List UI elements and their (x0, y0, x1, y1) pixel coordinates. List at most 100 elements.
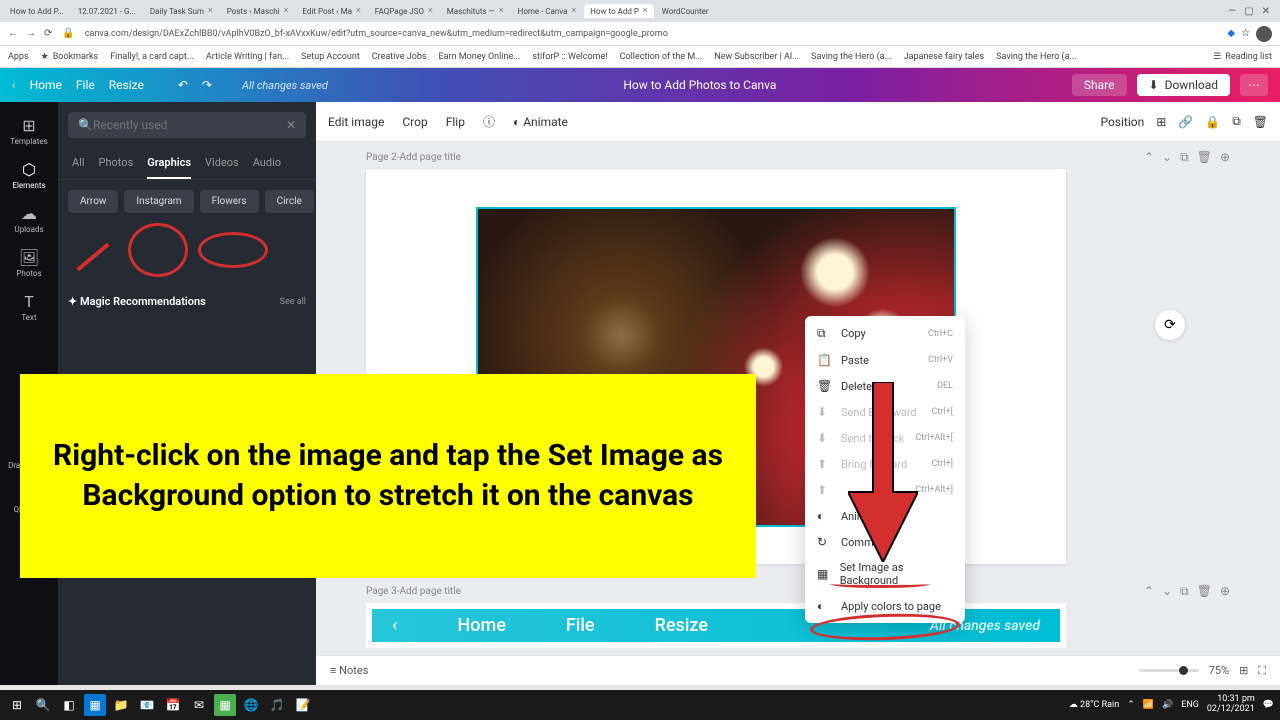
animate-button[interactable]: ◐ Animate (513, 115, 568, 129)
edit-image-button[interactable]: Edit image (328, 115, 384, 129)
zoom-slider[interactable] (1139, 669, 1199, 672)
close-icon[interactable]: ✕ (1262, 6, 1270, 17)
bookmark-item[interactable]: Earn Money Online... (439, 52, 521, 62)
page-title-input[interactable]: Add page title (399, 152, 460, 163)
back-icon[interactable]: ‹ (12, 78, 16, 92)
home-button[interactable]: Home (30, 78, 62, 92)
taskbar-app[interactable]: 📝 (292, 694, 314, 716)
task-view-icon[interactable]: ◧ (58, 694, 80, 716)
bookmark-item[interactable]: New Subscriber | Al... (714, 52, 799, 62)
taskbar-app[interactable]: ▦ (84, 694, 106, 716)
tab-videos[interactable]: Videos (205, 148, 239, 179)
fullscreen-icon[interactable]: ⛶ (1258, 664, 1266, 678)
nav-uploads[interactable]: ☁Uploads (0, 198, 58, 240)
file-button[interactable]: File (76, 78, 95, 92)
taskbar-app[interactable]: 🎵 (266, 694, 288, 716)
tab-audio[interactable]: Audio (253, 148, 281, 179)
download-button[interactable]: ⬇Download (1137, 74, 1230, 96)
bookmark-item[interactable]: Saving the Hero (a... (996, 52, 1077, 62)
trash-icon[interactable]: 🗑 (1253, 115, 1268, 129)
undo-icon[interactable]: ↶ (178, 78, 188, 92)
grid-view-icon[interactable]: ⊞ (1239, 664, 1248, 677)
graphic-red-arrow[interactable] (68, 225, 118, 275)
volume-icon[interactable]: 🔊 (1162, 700, 1173, 710)
start-button[interactable]: ⊞ (6, 694, 28, 716)
duplicate-icon[interactable]: ⧉ (1232, 114, 1241, 129)
weather-widget[interactable]: ☁ 28°C Rain (1069, 700, 1119, 710)
maximize-icon[interactable]: ▢ (1244, 6, 1253, 17)
transparency-icon[interactable]: ⊞ (1156, 115, 1166, 129)
notifications-icon[interactable]: 💬 (1263, 700, 1274, 710)
browser-tab[interactable]: FAQPage JSO× (369, 4, 439, 18)
minimize-icon[interactable]: — (1228, 6, 1236, 17)
bookmark-item[interactable]: Article Writing | fan... (206, 52, 289, 62)
cm-paste[interactable]: 📋PasteCtrl+V (805, 347, 965, 373)
sync-icon[interactable]: ⟳ (1155, 310, 1185, 340)
wifi-icon[interactable]: 📶 (1143, 700, 1154, 710)
browser-tab-active[interactable]: How to Add P× (584, 4, 653, 18)
bookmark-item[interactable]: stiforP :: Welcome! (532, 52, 607, 62)
chip-circle[interactable]: Circle (265, 190, 314, 213)
browser-tab[interactable]: Edit Post ‹ Ma× (296, 4, 366, 18)
info-icon[interactable]: ⓘ (483, 113, 495, 130)
page-up-icon[interactable]: ⌃ (1144, 584, 1154, 599)
browser-tab[interactable]: Maschituts —× (441, 4, 510, 18)
profile-icon[interactable] (1256, 26, 1272, 42)
graphic-red-circle[interactable] (128, 223, 188, 277)
bookmark-item[interactable]: Apps (8, 52, 29, 62)
add-page-icon[interactable]: ⊕ (1220, 584, 1230, 599)
tab-graphics[interactable]: Graphics (147, 148, 191, 179)
taskbar-app[interactable]: 📧 (136, 694, 158, 716)
nav-elements[interactable]: ⬡Elements (0, 154, 58, 196)
duplicate-page-icon[interactable]: ⧉ (1180, 584, 1189, 599)
back-icon[interactable]: ← (8, 28, 18, 39)
cm-copy[interactable]: ⧉CopyCtrl+C (805, 320, 965, 347)
link-icon[interactable]: 🔗 (1178, 115, 1193, 129)
tray-icon[interactable]: ⌃ (1127, 700, 1135, 710)
cm-apply-colors[interactable]: ◐Apply colors to page (805, 593, 965, 619)
lock-icon[interactable]: 🔒 (1205, 115, 1220, 129)
bookmark-item[interactable]: Saving the Hero (a... (811, 52, 892, 62)
redo-icon[interactable]: ↷ (202, 78, 212, 92)
page-down-icon[interactable]: ⌄ (1162, 150, 1172, 165)
extension-icon[interactable]: ☆ (1241, 28, 1250, 39)
language-indicator[interactable]: ENG (1181, 700, 1199, 710)
browser-tab[interactable]: 12.07.2021 - G... (72, 5, 142, 18)
bookmark-item[interactable]: Finally!, a card capt... (110, 52, 194, 62)
zoom-level[interactable]: 75% (1209, 664, 1229, 677)
chip-flowers[interactable]: Flowers (200, 190, 259, 213)
nav-text[interactable]: TText (0, 286, 58, 328)
delete-page-icon[interactable]: 🗑 (1197, 584, 1212, 599)
nav-photos[interactable]: 🖼Photos (0, 242, 58, 284)
taskbar-app[interactable]: 🌐 (240, 694, 262, 716)
bookmark-item[interactable]: Collection of the M... (620, 52, 703, 62)
bookmark-item[interactable]: ★ Bookmarks (41, 52, 99, 62)
taskbar-app[interactable]: ✉ (188, 694, 210, 716)
page-down-icon[interactable]: ⌄ (1162, 584, 1172, 599)
browser-tab[interactable]: Home - Canva× (512, 4, 583, 18)
page-up-icon[interactable]: ⌃ (1144, 150, 1154, 165)
chip-instagram[interactable]: Instagram (124, 190, 193, 213)
more-icon[interactable]: ⋯ (1240, 74, 1268, 96)
taskbar-app[interactable]: 📁 (110, 694, 132, 716)
chip-arrow[interactable]: Arrow (68, 190, 118, 213)
crop-button[interactable]: Crop (402, 115, 427, 129)
tab-all[interactable]: All (72, 148, 85, 179)
clock-date[interactable]: 02/12/2021 (1207, 705, 1255, 715)
bookmark-item[interactable]: Setup Account (301, 52, 360, 62)
add-page-icon[interactable]: ⊕ (1220, 150, 1230, 165)
url-text[interactable]: canva.com/design/DAExZchlBB0/vAplhV0BzO_… (85, 29, 1217, 39)
nav-templates[interactable]: ⊞Templates (0, 110, 58, 152)
notes-button[interactable]: ≡ Notes (330, 664, 368, 677)
bookmark-item[interactable]: Creative Jobs (372, 52, 427, 62)
browser-tab[interactable]: Daily Task Sum× (144, 4, 219, 18)
page-title-input[interactable]: Add page title (399, 586, 460, 597)
search-input[interactable] (93, 118, 286, 132)
bookmark-item[interactable]: ☰ Reading list (1213, 52, 1272, 62)
share-button[interactable]: Share (1072, 74, 1127, 96)
bookmark-item[interactable]: Japanese fairy tales (904, 52, 984, 62)
see-all-link[interactable]: See all (280, 297, 306, 307)
browser-tab[interactable]: Posts ‹ Maschi× (221, 4, 295, 18)
search-icon[interactable]: 🔍 (32, 694, 54, 716)
browser-tab[interactable]: How to Add P... (4, 5, 70, 18)
